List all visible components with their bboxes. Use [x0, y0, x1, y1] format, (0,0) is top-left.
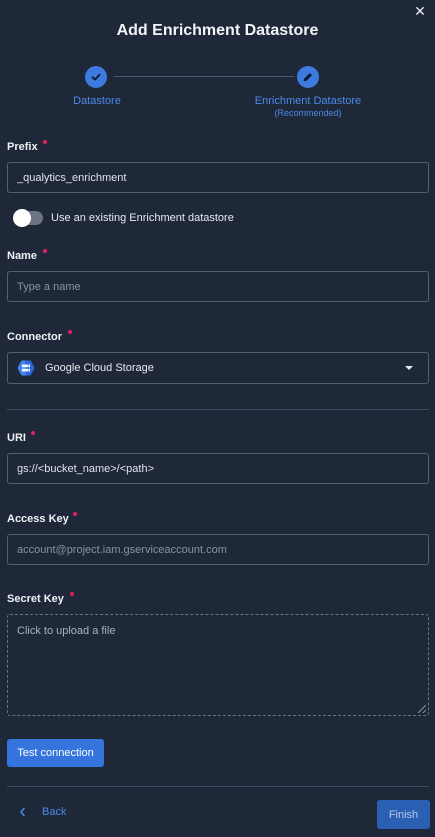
uri-input[interactable]	[7, 453, 429, 484]
google-cloud-storage-icon	[17, 360, 35, 376]
step-label-enrichment-title: Enrichment Datastore	[254, 95, 362, 107]
secret-key-required-marker	[70, 592, 74, 596]
use-existing-toggle[interactable]	[13, 209, 43, 227]
connector-required-marker	[68, 330, 72, 334]
prefix-input[interactable]	[7, 162, 429, 193]
finish-button[interactable]: Finish	[377, 800, 430, 829]
dialog-title: Add Enrichment Datastore	[116, 22, 319, 39]
access-key-input[interactable]	[7, 534, 429, 565]
step-label-enrichment-sub: (Recommended)	[274, 108, 342, 118]
chevron-left-icon	[20, 807, 25, 817]
access-key-label: Access Key	[7, 513, 69, 525]
stepper: Datastore Enrichment Datastore (Recommen…	[0, 66, 435, 126]
step-datastore-check-icon[interactable]	[85, 66, 107, 88]
uri-required-marker	[31, 431, 35, 435]
back-label: Back	[42, 806, 67, 818]
name-label: Name	[7, 250, 37, 262]
prefix-required-marker	[43, 140, 47, 144]
caret-down-icon	[405, 366, 413, 370]
use-existing-label: Use an existing Enrichment datastore	[51, 212, 234, 224]
close-icon[interactable]: ✕	[411, 2, 429, 20]
access-key-required-marker	[73, 512, 77, 516]
prefix-label: Prefix	[7, 141, 38, 153]
connector-label: Connector	[7, 331, 62, 343]
step-label-datastore[interactable]: Datastore	[58, 95, 136, 107]
step-enrichment-pencil-icon[interactable]	[297, 66, 319, 88]
test-connection-button[interactable]: Test connection	[7, 739, 104, 767]
name-input[interactable]	[7, 271, 429, 302]
toggle-knob	[13, 209, 31, 227]
stepper-connector-line	[114, 76, 294, 77]
upload-prompt: Click to upload a file	[17, 625, 116, 637]
section-divider	[7, 409, 429, 410]
back-button[interactable]: Back	[18, 806, 66, 818]
uri-label: URI	[7, 432, 26, 444]
footer-divider	[7, 786, 429, 787]
secret-key-upload-area[interactable]: Click to upload a file	[7, 614, 429, 716]
name-required-marker	[43, 249, 47, 253]
resize-handle-icon[interactable]	[418, 705, 426, 713]
connector-select[interactable]: Google Cloud Storage	[7, 352, 429, 384]
connector-selected-value: Google Cloud Storage	[45, 362, 154, 374]
secret-key-label: Secret Key	[7, 593, 64, 605]
step-label-enrichment[interactable]: Enrichment Datastore (Recommended)	[238, 95, 378, 118]
